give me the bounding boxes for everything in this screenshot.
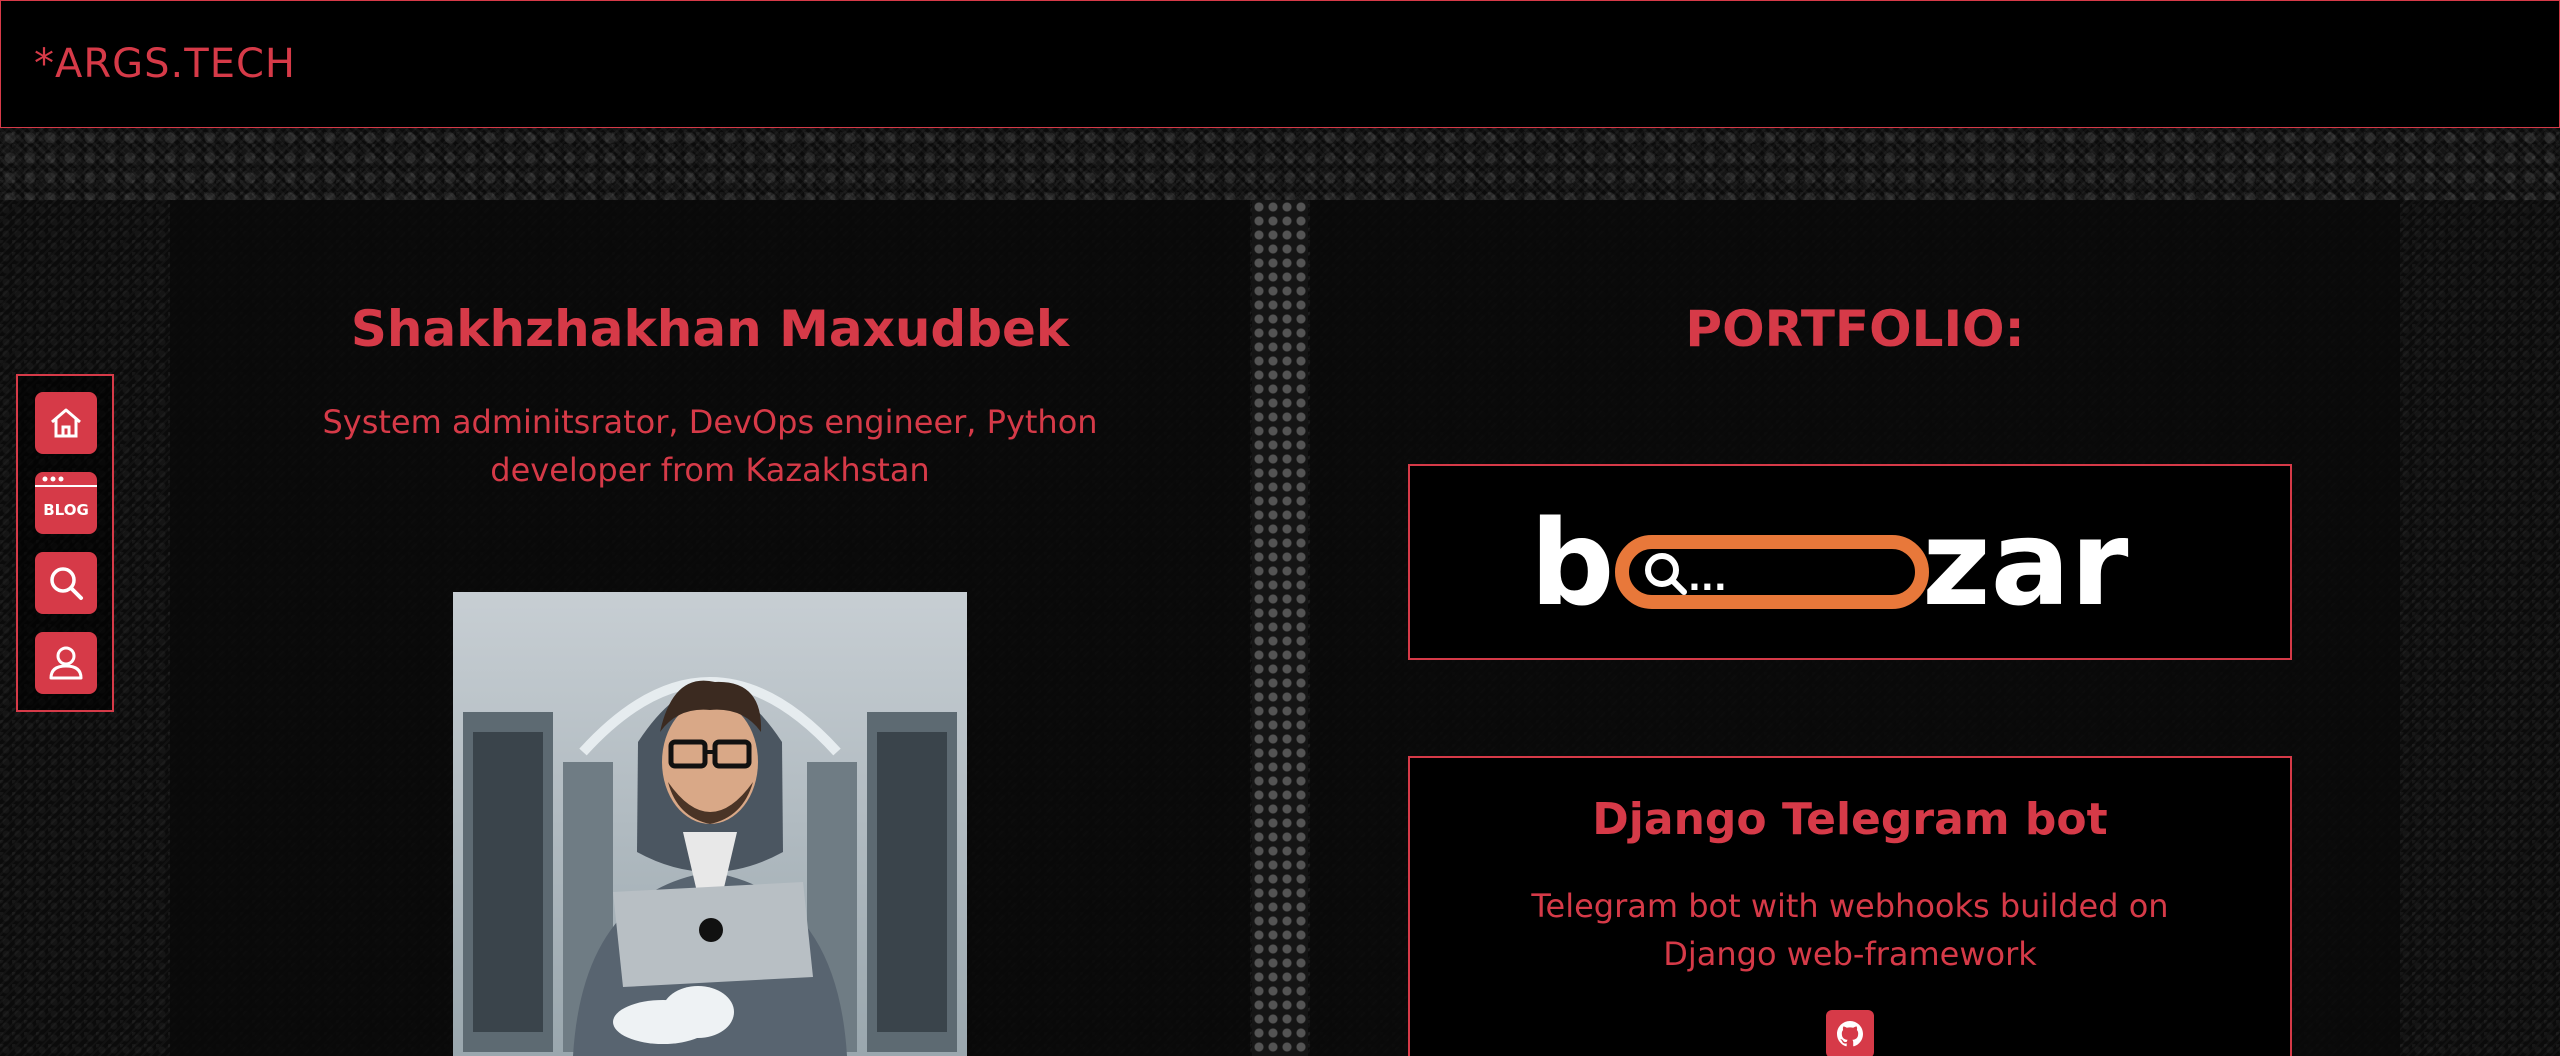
- header-pattern-strip: [0, 128, 2560, 200]
- project-card-bazar[interactable]: b ... zar: [1408, 464, 2292, 660]
- profile-subtitle: System adminitsrator, DevOps engineer, P…: [322, 403, 1098, 489]
- project-card-telegram-bot: Django Telegram bot Telegram bot with we…: [1408, 756, 2292, 1056]
- user-icon: [49, 646, 83, 680]
- side-nav: BLOG: [16, 374, 114, 712]
- project-title: Django Telegram bot: [1592, 794, 2108, 845]
- svg-text:...: ...: [1688, 559, 1727, 599]
- hex-divider: [1252, 200, 1308, 1056]
- nav-search-button[interactable]: [35, 552, 97, 614]
- svg-text:zar: zar: [1922, 502, 2129, 622]
- github-link-button[interactable]: [1826, 1010, 1874, 1056]
- site-logo[interactable]: *ARGS.TECH: [34, 41, 296, 87]
- site-header: *ARGS.TECH: [0, 0, 2560, 128]
- profile-name: Shakhzhakhan Maxudbek: [350, 300, 1070, 358]
- search-icon: [50, 567, 83, 600]
- nav-blog-button[interactable]: BLOG: [35, 472, 97, 534]
- project-description: Telegram bot with webhooks builded on Dj…: [1531, 887, 2169, 973]
- github-icon: [1837, 1021, 1863, 1047]
- home-icon: [51, 408, 81, 438]
- nav-profile-button[interactable]: [35, 632, 97, 694]
- profile-portrait: [453, 592, 967, 1056]
- svg-text:b: b: [1530, 502, 1614, 622]
- blog-icon: [35, 476, 97, 487]
- portfolio-title: PORTFOLIO:: [1685, 300, 2025, 358]
- nav-home-button[interactable]: [35, 392, 97, 454]
- bazar-logo: b ... zar: [1530, 502, 2129, 622]
